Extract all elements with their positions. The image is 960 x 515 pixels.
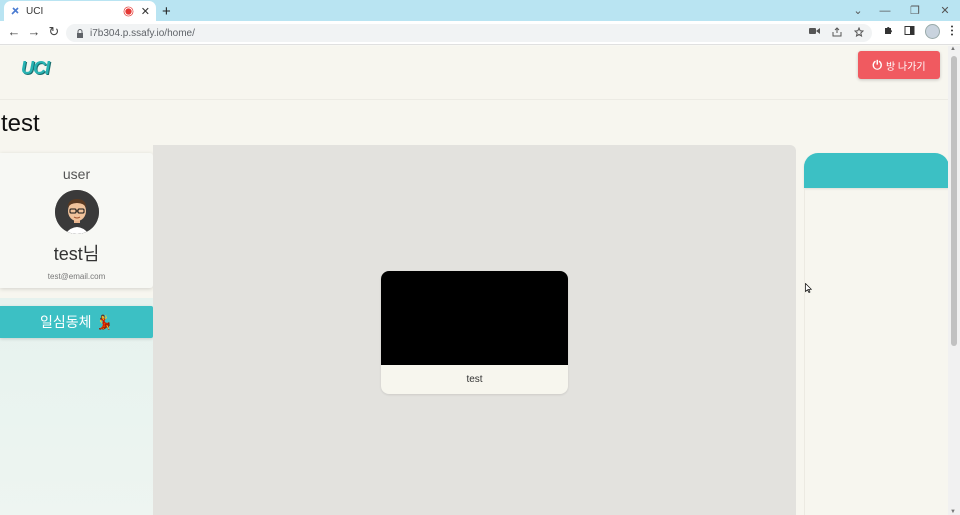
leave-room-label: 방 나가기 xyxy=(885,61,926,73)
participant-name: test xyxy=(466,374,483,385)
url-field[interactable]: i7b304.p.ssafy.io/home/ xyxy=(66,24,872,42)
minimize-button[interactable]: — xyxy=(870,5,900,17)
back-button[interactable]: ← xyxy=(6,24,22,39)
menu-icon[interactable] xyxy=(950,25,954,39)
video-stage: test xyxy=(153,145,796,515)
bookmark-star-icon[interactable] xyxy=(853,26,865,40)
close-window-button[interactable]: ✕ xyxy=(930,4,960,17)
tab-close-icon[interactable]: ✕ xyxy=(141,5,150,18)
browser-tab[interactable]: UCI ✕ xyxy=(4,1,156,21)
extensions-icon[interactable] xyxy=(883,25,894,39)
participant-video-tile[interactable]: test xyxy=(381,271,568,394)
top-nav: UCI ⏻ 방 나가기 xyxy=(0,46,948,100)
reload-button[interactable]: ↻ xyxy=(46,24,62,40)
avatar xyxy=(54,190,99,234)
right-panel xyxy=(804,153,948,515)
omnibox-actions xyxy=(809,26,865,40)
right-panel-body xyxy=(804,188,948,515)
user-email: test@email.com xyxy=(47,272,106,281)
mouse-cursor-icon xyxy=(805,283,812,293)
share-icon[interactable] xyxy=(832,26,842,40)
tab-title: UCI xyxy=(26,5,44,17)
forward-button[interactable]: → xyxy=(26,24,42,39)
leave-room-button[interactable]: ⏻ 방 나가기 xyxy=(858,51,940,79)
url-text: i7b304.p.ssafy.io/home/ xyxy=(90,27,195,39)
uci-logo[interactable]: UCI xyxy=(21,58,50,79)
user-name: test님 xyxy=(53,244,100,264)
user-profile-card: user test님 test@email.com xyxy=(0,153,153,288)
favicon-icon xyxy=(10,6,20,16)
new-tab-button[interactable]: + xyxy=(162,3,171,20)
profile-avatar[interactable] xyxy=(925,24,940,39)
power-icon: ⏻ xyxy=(872,57,882,72)
dancer-icon: 💃 xyxy=(95,313,113,330)
right-panel-header xyxy=(804,153,948,188)
scroll-up-icon[interactable]: ▲ xyxy=(950,46,956,52)
scroll-down-icon[interactable]: ▼ xyxy=(950,509,956,515)
scrollbar-thumb[interactable] xyxy=(951,56,957,346)
room-title: test xyxy=(1,110,40,137)
window-controls: ⌄ — ❐ ✕ xyxy=(846,0,960,21)
page: UCI ⏻ 방 나가기 test user test님 test@email.c… xyxy=(0,46,948,515)
video-screen xyxy=(381,271,568,365)
sync-mode-label: 일심동체 xyxy=(40,314,92,330)
sync-mode-button[interactable]: 일심동체 💃 xyxy=(0,306,153,338)
tab-strip: UCI ✕ + ⌄ — ❐ ✕ xyxy=(0,0,960,21)
side-panel-icon[interactable] xyxy=(904,25,915,39)
camera-icon[interactable] xyxy=(809,27,820,40)
restore-button[interactable]: ❐ xyxy=(900,4,930,17)
address-bar: ← → ↻ i7b304.p.ssafy.io/home/ xyxy=(0,21,960,45)
toolbar-right xyxy=(883,24,954,39)
lock-icon xyxy=(76,28,84,38)
recording-icon xyxy=(125,7,132,15)
page-scrollbar[interactable]: ▲ ▼ xyxy=(948,46,960,515)
user-role: user xyxy=(62,166,91,182)
tab-search-icon[interactable]: ⌄ xyxy=(846,4,870,17)
